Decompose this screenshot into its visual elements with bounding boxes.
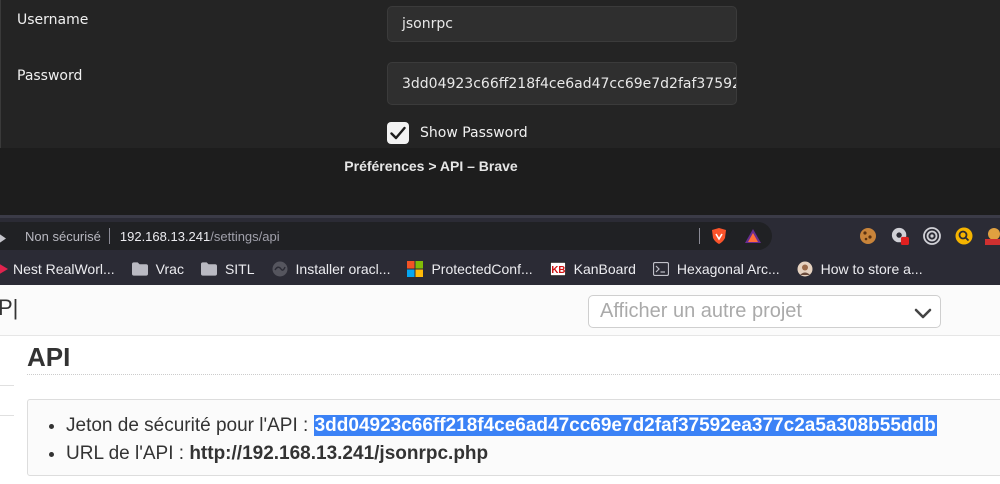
bookmark-item[interactable]: Hexagonal Arc... [652, 261, 780, 277]
api-token-item: Jeton de sécurité pour l'API : 3dd04923c… [66, 412, 937, 440]
target-icon[interactable] [923, 227, 941, 245]
web-page: P| Afficher un autre projet API Jeton de… [0, 285, 1000, 484]
globe-icon [272, 261, 288, 277]
url-path[interactable]: /settings/api [210, 229, 279, 244]
checkbox-checked-icon[interactable] [387, 122, 409, 144]
page-header: P| Afficher un autre projet [0, 285, 1000, 336]
bookmark-item[interactable]: Installer oracl... [272, 261, 390, 277]
password-field[interactable]: 3dd04923c66ff218f4ce6ad47cc69e7d2faf3759… [387, 62, 737, 105]
api-token-value[interactable]: 3dd04923c66ff218f4ce6ad47cc69e7d2faf3759… [313, 415, 937, 436]
sidebar-divider [0, 415, 14, 416]
svg-text:KB: KB [551, 265, 565, 276]
record-icon[interactable] [891, 227, 909, 245]
sidebar-divider [0, 385, 14, 386]
api-info-panel: Jeton de sécurité pour l'API : 3dd04923c… [27, 399, 1000, 476]
nest-icon [0, 261, 10, 277]
window-titlebar: Préférences > API – Brave [0, 148, 1000, 184]
api-url-label: URL de l'API : [66, 443, 190, 464]
security-status[interactable]: Non sécurisé [25, 229, 101, 244]
kanboard-icon: KB [549, 261, 566, 277]
tab-strip [0, 184, 1000, 215]
url-host[interactable]: 192.168.13.241 [120, 229, 210, 244]
windows-icon [407, 261, 424, 277]
show-password-toggle[interactable]: Show Password [387, 122, 528, 144]
url-divider [108, 228, 110, 244]
bookmark-folder-vrac[interactable]: Vrac [131, 261, 184, 277]
folder-icon [131, 261, 148, 277]
profile-ext-icon[interactable] [985, 227, 1000, 245]
api-info-list: Jeton de sécurité pour l'API : 3dd04923c… [66, 412, 937, 468]
search-ext-icon[interactable] [955, 227, 973, 245]
cookie-icon[interactable] [859, 227, 877, 245]
credentials-dialog: Username jsonrpc Password 3dd04923c66ff2… [0, 0, 1000, 148]
page-title: API [27, 342, 71, 372]
window-title: Préférences > API – Brave [344, 158, 518, 174]
bookmark-item[interactable]: How to store a... [797, 261, 923, 277]
bookmark-item[interactable]: KB KanBoard [549, 261, 636, 277]
bookmark-item[interactable]: Nest RealWorl... [0, 261, 115, 277]
insecure-warning-icon[interactable] [0, 230, 12, 243]
bookmark-folder-sitl[interactable]: SITL [200, 261, 255, 277]
avatar-icon [797, 261, 813, 277]
show-password-label: Show Password [420, 125, 528, 141]
app-logo[interactable]: P| [0, 295, 18, 321]
bookmark-item[interactable]: ProtectedConf... [407, 261, 533, 277]
api-url-value[interactable]: http://192.168.13.241/jsonrpc.php [189, 443, 488, 464]
api-url-item: URL de l'API : http://192.168.13.241/jso… [66, 440, 937, 468]
username-field[interactable]: jsonrpc [387, 6, 737, 42]
password-label: Password [17, 68, 83, 84]
username-label: Username [17, 12, 89, 28]
brave-rewards-icon[interactable] [744, 227, 762, 245]
url-bar[interactable]: Non sécurisé 192.168.13.241 /settings/ap… [0, 222, 772, 250]
brave-shield-icon[interactable] [710, 227, 728, 245]
chevron-down-icon [914, 304, 932, 327]
project-select[interactable]: Afficher un autre projet [588, 295, 941, 328]
project-select-placeholder: Afficher un autre projet [600, 300, 802, 322]
api-token-label: Jeton de sécurité pour l'API : [66, 415, 314, 436]
terminal-icon [652, 261, 669, 277]
address-toolbar: Non sécurisé 192.168.13.241 /settings/ap… [0, 215, 1000, 253]
bookmarks-bar: Nest RealWorl... Vrac SITL Installer ora… [0, 253, 1000, 285]
url-divider-right [699, 228, 700, 244]
folder-icon [200, 261, 217, 277]
title-divider [27, 374, 1000, 375]
